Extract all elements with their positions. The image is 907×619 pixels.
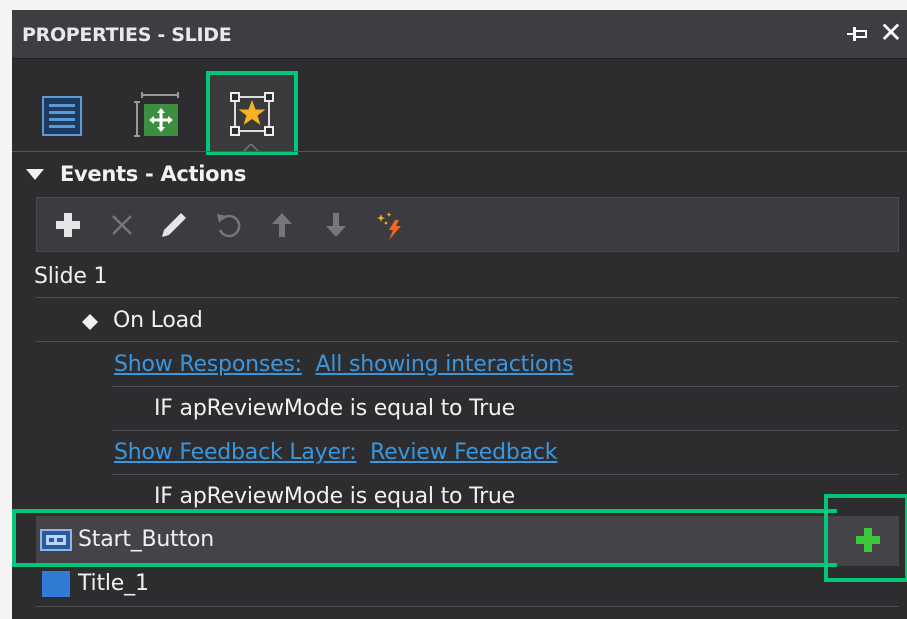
close-icon [112, 215, 132, 235]
condition-text: IF apReviewMode is equal to True [154, 396, 516, 421]
events-tab-highlight [206, 71, 298, 155]
actions-toolbar [36, 197, 899, 252]
action-show-responses[interactable]: Show Responses: All showing interactions [114, 352, 573, 377]
action-target-link[interactable]: All showing interactions [315, 352, 573, 377]
row-divider [112, 430, 899, 431]
pin-icon[interactable] [845, 22, 869, 46]
row-divider [36, 341, 899, 342]
add-trigger-button[interactable] [53, 210, 85, 240]
row-divider [112, 386, 899, 387]
tab-layout[interactable] [132, 72, 188, 154]
row-divider [112, 474, 899, 475]
tab-properties[interactable] [38, 72, 88, 154]
collapse-arrow-icon [26, 169, 44, 180]
properties-panel: PROPERTIES - SLIDE ✕ Events - Actions Sl… [12, 10, 907, 619]
row-divider [36, 297, 899, 298]
undo-icon [217, 214, 241, 238]
panel-titlebar: PROPERTIES - SLIDE ✕ [12, 10, 907, 59]
action-target-link[interactable]: Review Feedback [370, 440, 557, 465]
condition-text: IF apReviewMode is equal to True [154, 484, 516, 509]
close-icon: ✕ [879, 16, 903, 49]
sparkle-lightning-icon [377, 212, 401, 240]
object-row-title-1[interactable]: Title_1 [78, 571, 149, 596]
edit-button[interactable] [159, 210, 191, 240]
start-button-row-highlight [12, 509, 837, 567]
delete-button[interactable] [107, 210, 139, 240]
panel-title: PROPERTIES - SLIDE [22, 24, 232, 46]
magic-action-button[interactable] [375, 210, 407, 240]
tab-divider [12, 151, 907, 152]
action-show-feedback-layer[interactable]: Show Feedback Layer: Review Feedback [114, 440, 558, 465]
arrow-up-icon [272, 213, 292, 237]
move-up-button[interactable] [267, 210, 299, 240]
add-action-highlight [824, 494, 907, 582]
diamond-icon [82, 314, 98, 330]
action-verb-link[interactable]: Show Responses: [114, 352, 302, 377]
list-icon [42, 96, 82, 136]
slide-node-label[interactable]: Slide 1 [34, 264, 107, 289]
action-verb-link[interactable]: Show Feedback Layer: [114, 440, 357, 465]
plus-icon [56, 213, 80, 237]
close-panel-button[interactable]: ✕ [878, 18, 904, 48]
event-on-load[interactable]: On Load [113, 308, 203, 333]
move-down-button[interactable] [321, 210, 353, 240]
revert-button[interactable] [213, 210, 245, 240]
section-title: Events - Actions [60, 162, 247, 186]
pencil-icon [162, 213, 186, 237]
row-divider [36, 606, 899, 607]
move-layout-icon [134, 92, 179, 137]
arrow-down-icon [326, 213, 346, 237]
text-object-icon [42, 571, 70, 597]
